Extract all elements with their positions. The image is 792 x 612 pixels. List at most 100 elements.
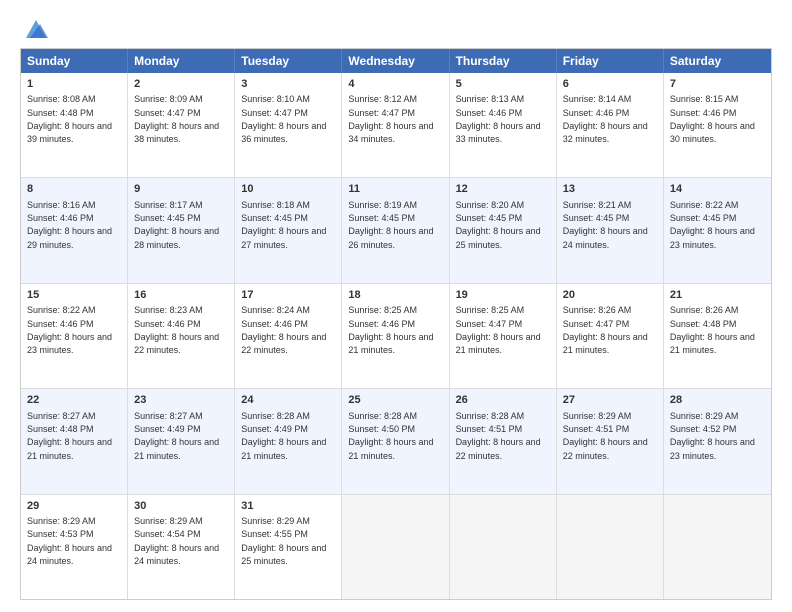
calendar-cell: 1 Sunrise: 8:08 AMSunset: 4:48 PMDaylight… — [21, 73, 128, 177]
cell-info: Sunrise: 8:29 AMSunset: 4:55 PMDaylight:… — [241, 516, 326, 566]
day-number: 17 — [241, 288, 335, 303]
cell-info: Sunrise: 8:16 AMSunset: 4:46 PMDaylight:… — [27, 200, 112, 250]
cell-info: Sunrise: 8:22 AMSunset: 4:46 PMDaylight:… — [27, 305, 112, 355]
cell-info: Sunrise: 8:29 AMSunset: 4:54 PMDaylight:… — [134, 516, 219, 566]
calendar: SundayMondayTuesdayWednesdayThursdayFrid… — [20, 48, 772, 600]
cell-info: Sunrise: 8:29 AMSunset: 4:51 PMDaylight:… — [563, 411, 648, 461]
calendar-cell: 26 Sunrise: 8:28 AMSunset: 4:51 PMDayligh… — [450, 389, 557, 493]
calendar-cell: 7Sunrise: 8:15 AMSunset: 4:46 PMDaylight… — [664, 73, 771, 177]
calendar-header-day: Monday — [128, 49, 235, 73]
cell-info: Sunrise: 8:12 AMSunset: 4:47 PMDaylight:… — [348, 94, 433, 144]
cell-info: Sunrise: 8:13 AMSunset: 4:46 PMDaylight:… — [456, 94, 541, 144]
calendar-cell: 24 Sunrise: 8:28 AMSunset: 4:49 PMDayligh… — [235, 389, 342, 493]
calendar-cell: 4 Sunrise: 8:12 AMSunset: 4:47 PMDaylight… — [342, 73, 449, 177]
calendar-cell: 8 Sunrise: 8:16 AMSunset: 4:46 PMDaylight… — [21, 178, 128, 282]
day-number: 11 — [348, 182, 442, 197]
calendar-header-day: Friday — [557, 49, 664, 73]
day-number: 28 — [670, 393, 765, 408]
logo — [20, 16, 50, 38]
cell-info: Sunrise: 8:29 AMSunset: 4:52 PMDaylight:… — [670, 411, 755, 461]
calendar-cell: 31 Sunrise: 8:29 AMSunset: 4:55 PMDayligh… — [235, 495, 342, 599]
header — [20, 16, 772, 38]
day-number: 31 — [241, 499, 335, 514]
day-number: 3 — [241, 77, 335, 92]
cell-info: Sunrise: 8:10 AMSunset: 4:47 PMDaylight:… — [241, 94, 326, 144]
day-number: 6 — [563, 77, 657, 92]
calendar-header-day: Tuesday — [235, 49, 342, 73]
day-number: 1 — [27, 77, 121, 92]
calendar-cell: 15 Sunrise: 8:22 AMSunset: 4:46 PMDayligh… — [21, 284, 128, 388]
day-number: 10 — [241, 182, 335, 197]
calendar-cell: 9 Sunrise: 8:17 AMSunset: 4:45 PMDaylight… — [128, 178, 235, 282]
calendar-cell: 3 Sunrise: 8:10 AMSunset: 4:47 PMDaylight… — [235, 73, 342, 177]
calendar-cell: 27Sunrise: 8:29 AMSunset: 4:51 PMDayligh… — [557, 389, 664, 493]
cell-info: Sunrise: 8:26 AMSunset: 4:47 PMDaylight:… — [563, 305, 648, 355]
calendar-header-day: Saturday — [664, 49, 771, 73]
calendar-cell: 29 Sunrise: 8:29 AMSunset: 4:53 PMDayligh… — [21, 495, 128, 599]
calendar-cell: 30 Sunrise: 8:29 AMSunset: 4:54 PMDayligh… — [128, 495, 235, 599]
cell-info: Sunrise: 8:21 AMSunset: 4:45 PMDaylight:… — [563, 200, 648, 250]
cell-info: Sunrise: 8:28 AMSunset: 4:49 PMDaylight:… — [241, 411, 326, 461]
cell-info: Sunrise: 8:25 AMSunset: 4:46 PMDaylight:… — [348, 305, 433, 355]
day-number: 5 — [456, 77, 550, 92]
day-number: 16 — [134, 288, 228, 303]
calendar-cell: 21 Sunrise: 8:26 AMSunset: 4:48 PMDayligh… — [664, 284, 771, 388]
calendar-cell: 22Sunrise: 8:27 AMSunset: 4:48 PMDayligh… — [21, 389, 128, 493]
calendar-cell: 16 Sunrise: 8:23 AMSunset: 4:46 PMDayligh… — [128, 284, 235, 388]
day-number: 18 — [348, 288, 442, 303]
calendar-header-day: Sunday — [21, 49, 128, 73]
cell-info: Sunrise: 8:15 AMSunset: 4:46 PMDaylight:… — [670, 94, 755, 144]
cell-info: Sunrise: 8:28 AMSunset: 4:50 PMDaylight:… — [348, 411, 433, 461]
cell-info: Sunrise: 8:09 AMSunset: 4:47 PMDaylight:… — [134, 94, 219, 144]
calendar-cell: 19 Sunrise: 8:25 AMSunset: 4:47 PMDayligh… — [450, 284, 557, 388]
calendar-header-day: Wednesday — [342, 49, 449, 73]
day-number: 13 — [563, 182, 657, 197]
calendar-cell-empty — [664, 495, 771, 599]
cell-info: Sunrise: 8:25 AMSunset: 4:47 PMDaylight:… — [456, 305, 541, 355]
day-number: 26 — [456, 393, 550, 408]
calendar-cell: 23 Sunrise: 8:27 AMSunset: 4:49 PMDayligh… — [128, 389, 235, 493]
calendar-cell: 12 Sunrise: 8:20 AMSunset: 4:45 PMDayligh… — [450, 178, 557, 282]
day-number: 24 — [241, 393, 335, 408]
day-number: 23 — [134, 393, 228, 408]
calendar-row: 29 Sunrise: 8:29 AMSunset: 4:53 PMDayligh… — [21, 494, 771, 599]
day-number: 30 — [134, 499, 228, 514]
cell-info: Sunrise: 8:22 AMSunset: 4:45 PMDaylight:… — [670, 200, 755, 250]
cell-info: Sunrise: 8:27 AMSunset: 4:49 PMDaylight:… — [134, 411, 219, 461]
cell-info: Sunrise: 8:26 AMSunset: 4:48 PMDaylight:… — [670, 305, 755, 355]
cell-info: Sunrise: 8:29 AMSunset: 4:53 PMDaylight:… — [27, 516, 112, 566]
calendar-body: 1 Sunrise: 8:08 AMSunset: 4:48 PMDaylight… — [21, 73, 771, 599]
calendar-cell: 28 Sunrise: 8:29 AMSunset: 4:52 PMDayligh… — [664, 389, 771, 493]
day-number: 21 — [670, 288, 765, 303]
day-number: 8 — [27, 182, 121, 197]
cell-info: Sunrise: 8:27 AMSunset: 4:48 PMDaylight:… — [27, 411, 112, 461]
cell-info: Sunrise: 8:20 AMSunset: 4:45 PMDaylight:… — [456, 200, 541, 250]
cell-info: Sunrise: 8:08 AMSunset: 4:48 PMDaylight:… — [27, 94, 112, 144]
day-number: 25 — [348, 393, 442, 408]
cell-info: Sunrise: 8:24 AMSunset: 4:46 PMDaylight:… — [241, 305, 326, 355]
calendar-row: 1 Sunrise: 8:08 AMSunset: 4:48 PMDaylight… — [21, 73, 771, 177]
day-number: 12 — [456, 182, 550, 197]
day-number: 4 — [348, 77, 442, 92]
calendar-cell-empty — [342, 495, 449, 599]
cell-info: Sunrise: 8:23 AMSunset: 4:46 PMDaylight:… — [134, 305, 219, 355]
calendar-cell: 14Sunrise: 8:22 AMSunset: 4:45 PMDayligh… — [664, 178, 771, 282]
calendar-cell-empty — [557, 495, 664, 599]
calendar-cell: 2 Sunrise: 8:09 AMSunset: 4:47 PMDaylight… — [128, 73, 235, 177]
day-number: 29 — [27, 499, 121, 514]
day-number: 9 — [134, 182, 228, 197]
page: SundayMondayTuesdayWednesdayThursdayFrid… — [0, 0, 792, 612]
logo-icon — [22, 16, 50, 44]
calendar-row: 15 Sunrise: 8:22 AMSunset: 4:46 PMDayligh… — [21, 283, 771, 388]
calendar-header-day: Thursday — [450, 49, 557, 73]
calendar-row: 22Sunrise: 8:27 AMSunset: 4:48 PMDayligh… — [21, 388, 771, 493]
day-number: 19 — [456, 288, 550, 303]
day-number: 20 — [563, 288, 657, 303]
cell-info: Sunrise: 8:14 AMSunset: 4:46 PMDaylight:… — [563, 94, 648, 144]
cell-info: Sunrise: 8:28 AMSunset: 4:51 PMDaylight:… — [456, 411, 541, 461]
day-number: 15 — [27, 288, 121, 303]
day-number: 2 — [134, 77, 228, 92]
calendar-cell: 6 Sunrise: 8:14 AMSunset: 4:46 PMDaylight… — [557, 73, 664, 177]
cell-info: Sunrise: 8:19 AMSunset: 4:45 PMDaylight:… — [348, 200, 433, 250]
cell-info: Sunrise: 8:17 AMSunset: 4:45 PMDaylight:… — [134, 200, 219, 250]
